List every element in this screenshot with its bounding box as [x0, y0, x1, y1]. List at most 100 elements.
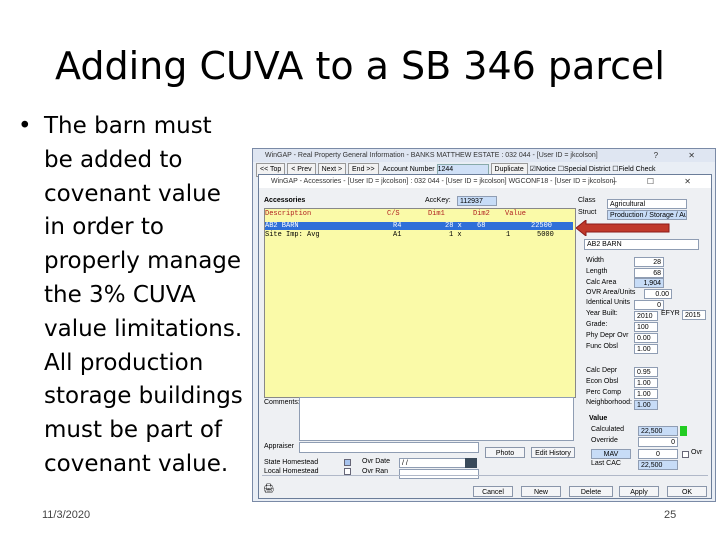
calc-depr-label: Calc Depr — [586, 367, 618, 374]
accessories-label: Accessories — [264, 197, 306, 204]
column-header-value: Value — [505, 210, 527, 218]
struct-label: Struct — [578, 209, 597, 216]
bullet-line: be added to — [44, 146, 183, 173]
efyr-field[interactable]: 2015 — [682, 310, 706, 320]
code-select[interactable]: AB2 BARN — [584, 239, 699, 250]
ovr-date-label: Ovr Date — [362, 458, 391, 465]
perc-comp-field[interactable]: 1.00 — [634, 389, 658, 399]
calculated-field: 22,500 — [638, 426, 678, 436]
state-homestead-checkbox[interactable] — [344, 459, 351, 466]
calendar-icon[interactable] — [465, 458, 477, 468]
ovr-ran-field[interactable] — [399, 469, 479, 479]
ovr-checkbox[interactable] — [682, 451, 689, 458]
econ-obsl-label: Econ Obsl — [586, 378, 619, 385]
notice-checkbox-label[interactable]: Notice — [536, 166, 556, 173]
cell-description: AB2 BARN — [265, 222, 299, 230]
slide-number: 25 — [664, 509, 677, 521]
grade-field[interactable]: 100 — [634, 322, 658, 332]
phy-depr-label: Phy Depr Ovr — [586, 332, 629, 339]
column-header-cs: C/S — [387, 210, 400, 218]
calc-area-label: Calc Area — [586, 279, 617, 286]
bullet-line: covenant value — [44, 180, 221, 207]
edit-history-button[interactable]: Edit History — [531, 447, 575, 458]
local-homestead-checkbox[interactable] — [344, 468, 351, 475]
account-number-label: Account Number — [382, 166, 435, 173]
general-info-titlebar: WinGAP - Real Property General Informati… — [253, 149, 715, 162]
delete-button[interactable]: Delete — [569, 486, 613, 497]
cell-description: Site Imp: Avg — [265, 231, 320, 239]
slide-date: 11/3/2020 — [42, 509, 91, 521]
perc-comp-label: Perc Comp — [586, 389, 622, 396]
class-select[interactable]: Agricultural — [607, 199, 687, 209]
column-header-dim1: Dim1 — [428, 210, 445, 218]
cancel-button[interactable]: Cancel — [473, 486, 513, 497]
ovr-ran-label: Ovr Ran — [362, 468, 389, 475]
mav-label: MAV — [591, 449, 631, 459]
struct-select[interactable]: Production / Storage / Aux — [607, 210, 687, 220]
general-info-title: WinGAP - Real Property General Informati… — [265, 152, 598, 159]
cell-value: 22500 — [531, 222, 553, 230]
local-homestead-label: Local Homestead — [264, 468, 319, 475]
apply-button[interactable]: Apply — [619, 486, 659, 497]
year-built-field[interactable]: 2010 — [634, 311, 658, 321]
cell-dim2: 1 — [506, 231, 511, 239]
photo-button[interactable]: Photo — [485, 447, 525, 458]
divider — [262, 475, 708, 476]
phy-depr-field[interactable]: 0.00 — [634, 333, 658, 343]
calc-area-field: 1,904 — [634, 278, 664, 288]
ovr-area-field[interactable]: 0.00 — [644, 289, 672, 299]
window-controls[interactable]: – ☐ ✕ — [612, 175, 705, 188]
func-obsl-field[interactable]: 1.00 — [634, 344, 658, 354]
ovr-date-field[interactable]: / / — [399, 458, 469, 468]
cell-cs: R4 — [393, 222, 402, 230]
acckey-field[interactable]: 112937 — [457, 196, 497, 206]
override-label: Override — [591, 437, 618, 444]
field-check-checkbox-label[interactable]: Field Check — [619, 166, 656, 173]
grade-label: Grade: — [586, 321, 608, 328]
table-row[interactable]: Site Imp: Avg A1 1 x 1 5000 — [265, 231, 573, 239]
length-label: Length — [586, 268, 608, 275]
bullet-line: storage buildings — [44, 383, 243, 410]
window-controls[interactable]: ? ✕ — [654, 149, 709, 162]
value-section-label: Value — [589, 415, 608, 422]
bullet-line: in order to — [44, 214, 165, 241]
bullet-line: covenant value. — [44, 450, 229, 477]
bullet-dot: • — [18, 113, 32, 139]
width-field[interactable]: 28 — [634, 257, 664, 267]
acckey-label: AccKey: — [425, 197, 451, 204]
comments-label: Comments: — [264, 399, 300, 406]
length-field[interactable]: 68 — [634, 268, 664, 278]
ovr-label: Ovr — [691, 449, 703, 456]
func-obsl-label: Func Obsl — [586, 343, 618, 350]
special-district-checkbox-label[interactable]: Special District — [564, 166, 610, 173]
bullet-line: properly manage — [44, 248, 242, 275]
table-row-selected[interactable]: AB2 BARN R4 28 x 68 22500 — [265, 222, 573, 230]
bullet-text: • The barn must be added to covenant val… — [18, 110, 248, 482]
new-button[interactable]: New — [521, 486, 561, 497]
cell-value: 5000 — [537, 231, 554, 239]
mav-field: 0 — [638, 449, 678, 459]
slide-title: Adding CUVA to a SB 346 parcel — [55, 44, 665, 88]
calc-depr-field: 0.95 — [634, 367, 658, 377]
calculated-label: Calculated — [591, 426, 625, 433]
class-label: Class — [578, 197, 596, 204]
efyr-label: EFYR — [661, 310, 680, 317]
neighborhood-label: Neighborhood: — [586, 399, 632, 406]
cell-dim1: 28 x — [445, 222, 462, 230]
account-number-field[interactable]: 1244 — [436, 163, 489, 175]
bullet-line: All production — [44, 349, 204, 376]
print-icon[interactable]: 🖨 — [263, 483, 274, 494]
state-homestead-label: State Homestead — [264, 459, 319, 466]
ok-button[interactable]: OK — [667, 486, 707, 497]
last-cac-field: 22,500 — [638, 460, 678, 470]
accessories-titlebar: WinGAP - Accessories - [User ID = jkcols… — [259, 175, 711, 188]
comments-field[interactable] — [299, 397, 574, 441]
calculated-flag-icon — [680, 426, 687, 436]
override-field[interactable]: 0 — [638, 437, 678, 447]
cell-dim1: 1 x — [449, 231, 462, 239]
ovr-area-label: OVR Area/Units — [586, 289, 636, 296]
identical-units-field[interactable]: 0 — [634, 300, 664, 310]
appraiser-select[interactable] — [299, 442, 479, 453]
econ-obsl-field[interactable]: 1.00 — [634, 378, 658, 388]
bullet-line: value limitations. — [44, 315, 243, 342]
